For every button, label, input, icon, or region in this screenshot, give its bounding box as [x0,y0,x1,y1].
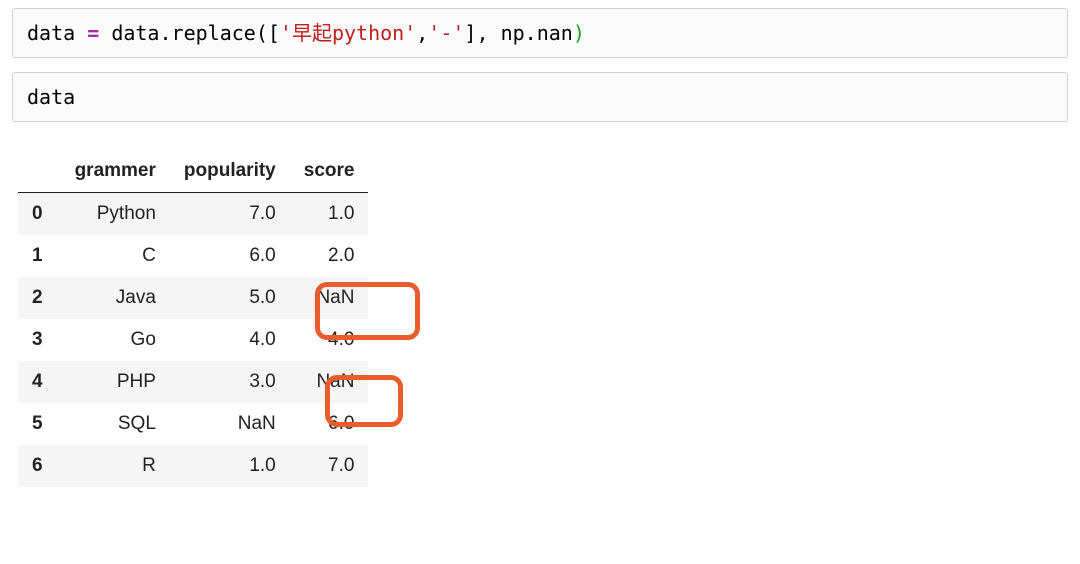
cell-value: Go [61,319,170,361]
row-index: 5 [18,403,61,445]
code-token: , [416,21,428,45]
table-row: 2 Java 5.0 NaN [18,277,368,319]
col-header: score [290,150,369,193]
row-index: 1 [18,235,61,277]
code-token: '早起python' [280,21,416,45]
row-index: 3 [18,319,61,361]
col-header: grammer [61,150,170,193]
cell-value: NaN [170,403,290,445]
code-token: data [27,85,75,109]
col-header: popularity [170,150,290,193]
cell-value: C [61,235,170,277]
cell-value: NaN [290,361,369,403]
index-header [18,150,61,193]
cell-value: Java [61,277,170,319]
cell-value: 4.0 [290,319,369,361]
cell-value: 3.0 [170,361,290,403]
cell-value: 5.0 [170,277,290,319]
code-token: , [476,21,500,45]
code-token: nan [537,21,573,45]
table-row: 3 Go 4.0 4.0 [18,319,368,361]
cell-value: 7.0 [170,193,290,236]
code-cell-2[interactable]: data [12,72,1068,122]
code-token: ] [464,21,476,45]
cell-value: Python [61,193,170,236]
code-cell-1[interactable]: data = data.replace(['早起python','-'], np… [12,8,1068,58]
row-index: 2 [18,277,61,319]
row-index: 4 [18,361,61,403]
code-token [75,21,87,45]
code-token: ( [256,21,268,45]
table-row: 0 Python 7.0 1.0 [18,193,368,236]
table-wrap: grammer popularity score 0 Python 7.0 1.… [18,150,368,487]
code-token: ) [573,21,585,45]
row-index: 0 [18,193,61,236]
code-token: [ [268,21,280,45]
code-token: '-' [428,21,464,45]
cell-value: 4.0 [170,319,290,361]
cell-value: 1.0 [290,193,369,236]
code-token: = [87,21,99,45]
table-row: 6 R 1.0 7.0 [18,445,368,487]
cell-value: PHP [61,361,170,403]
dataframe-table: grammer popularity score 0 Python 7.0 1.… [18,150,368,487]
table-row: 1 C 6.0 2.0 [18,235,368,277]
cell-value: 2.0 [290,235,369,277]
output-area: grammer popularity score 0 Python 7.0 1.… [12,150,1068,492]
cell-value: SQL [61,403,170,445]
code-token: replace [172,21,256,45]
cell-value: 7.0 [290,445,369,487]
code-token: . [159,21,171,45]
cell-value: 6.0 [170,235,290,277]
code-token: data [27,21,75,45]
cell-value: NaN [290,277,369,319]
code-token: np [501,21,525,45]
cell-value: 1.0 [170,445,290,487]
code-token [99,21,111,45]
cell-value: R [61,445,170,487]
table-header-row: grammer popularity score [18,150,368,193]
table-row: 4 PHP 3.0 NaN [18,361,368,403]
code-token: . [525,21,537,45]
cell-value: 6.0 [290,403,369,445]
table-row: 5 SQL NaN 6.0 [18,403,368,445]
code-token: data [111,21,159,45]
row-index: 6 [18,445,61,487]
